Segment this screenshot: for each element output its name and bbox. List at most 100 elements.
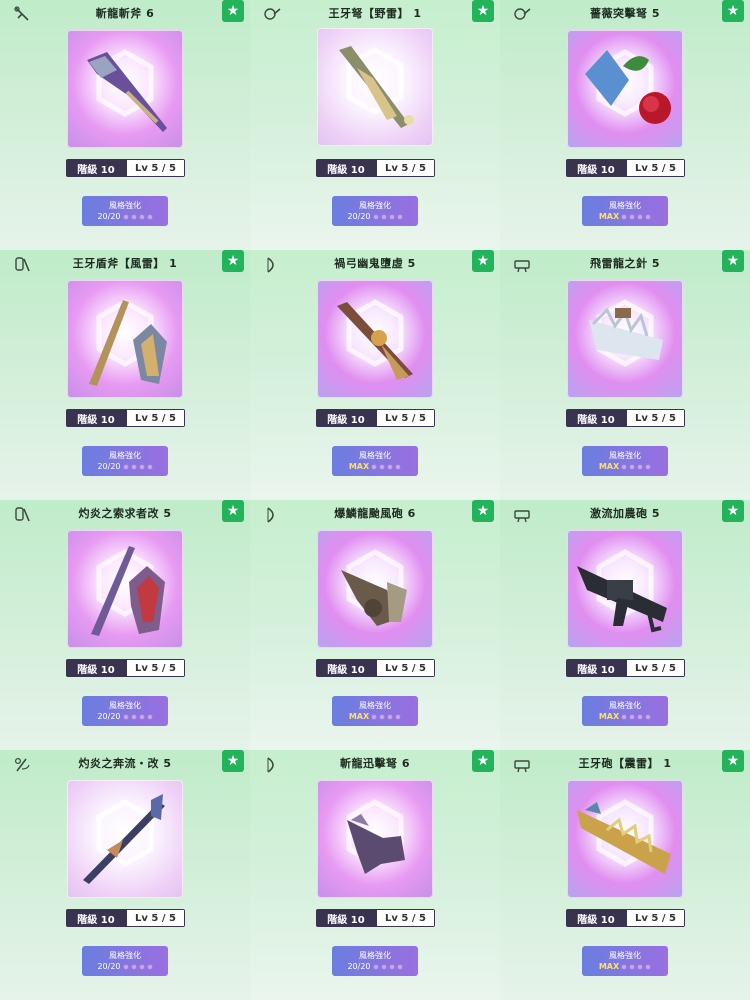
- style-enhance-button[interactable]: 風格強化 20/20: [82, 446, 168, 476]
- style-enhance-button[interactable]: 風格強化 MAX: [332, 446, 418, 476]
- level-label: Lv 5 / 5: [626, 409, 685, 427]
- weapon-name: 王牙盾斧【風雷】 1: [72, 257, 178, 270]
- style-count: 20/20: [97, 712, 121, 721]
- style-status: MAX: [332, 462, 418, 471]
- rank-bar: 階級 10 Lv 5 / 5: [316, 909, 435, 927]
- weapon-name: 王牙弩【野雷】 1: [328, 7, 422, 20]
- style-max: MAX: [598, 712, 620, 721]
- style-enhance-button[interactable]: 風格強化 20/20: [82, 946, 168, 976]
- style-status: 20/20: [332, 212, 418, 221]
- style-label: 風格強化: [109, 951, 141, 960]
- weapon-name: 禍弓幽鬼墮虛 5: [334, 257, 416, 270]
- style-status: 20/20: [82, 212, 168, 221]
- style-status: MAX: [582, 212, 668, 221]
- rank-label: 階級 10: [566, 159, 626, 177]
- style-label: 風格強化: [609, 951, 641, 960]
- style-label: 風格強化: [359, 201, 391, 210]
- weapon-card[interactable]: ★ 王牙弩【野雷】 1 階級 10 Lv 5 / 5 風格強化 20/20: [250, 0, 500, 250]
- style-enhance-button[interactable]: 風格強化 MAX: [582, 946, 668, 976]
- weapon-card[interactable]: ★ 王牙盾斧【風雷】 1 階級 10 Lv 5 / 5 風格強化 20/20: [0, 250, 250, 500]
- style-label: 風格強化: [359, 451, 391, 460]
- style-count: 20/20: [97, 212, 121, 221]
- weapon-name: 灼炎之索求者改 5: [78, 507, 172, 520]
- style-max: MAX: [598, 962, 620, 971]
- rank-bar: 階級 10 Lv 5 / 5: [566, 659, 685, 677]
- style-count: 20/20: [97, 462, 121, 471]
- rank-bar: 階級 10 Lv 5 / 5: [316, 409, 435, 427]
- weapon-image: [567, 780, 683, 898]
- style-status: 20/20: [82, 712, 168, 721]
- weapon-image: [567, 530, 683, 648]
- style-enhance-button[interactable]: 風格強化 MAX: [582, 446, 668, 476]
- rank-label: 階級 10: [66, 409, 126, 427]
- rank-bar: 階級 10 Lv 5 / 5: [316, 159, 435, 177]
- weapon-name: 飛雷龍之針 5: [590, 257, 660, 270]
- weapon-card[interactable]: ★ 禍弓幽鬼墮虛 5 階級 10 Lv 5 / 5 風格強化 MAX: [250, 250, 500, 500]
- style-enhance-button[interactable]: 風格強化 MAX: [582, 696, 668, 726]
- style-enhance-button[interactable]: 風格強化 20/20: [332, 946, 418, 976]
- level-label: Lv 5 / 5: [626, 159, 685, 177]
- style-label: 風格強化: [109, 451, 141, 460]
- level-label: Lv 5 / 5: [126, 909, 185, 927]
- rank-bar: 階級 10 Lv 5 / 5: [66, 909, 185, 927]
- weapon-name: 王牙砲【震雷】 1: [578, 757, 672, 770]
- style-status: MAX: [582, 462, 668, 471]
- style-status: MAX: [332, 712, 418, 721]
- style-status: 20/20: [82, 462, 168, 471]
- style-max: MAX: [348, 462, 370, 471]
- rank-bar: 階級 10 Lv 5 / 5: [566, 159, 685, 177]
- weapon-card[interactable]: ★ 飛雷龍之針 5 階級 10 Lv 5 / 5 風格強化 MAX: [500, 250, 750, 500]
- weapon-name: 薔薇突擊弩 5: [590, 7, 660, 20]
- weapon-image: [317, 28, 433, 146]
- style-enhance-button[interactable]: 風格強化 20/20: [82, 696, 168, 726]
- style-label: 風格強化: [609, 701, 641, 710]
- weapon-name: 激流加農砲 5: [590, 507, 660, 520]
- rank-label: 階級 10: [566, 659, 626, 677]
- level-label: Lv 5 / 5: [376, 409, 435, 427]
- rank-bar: 階級 10 Lv 5 / 5: [566, 909, 685, 927]
- level-label: Lv 5 / 5: [126, 409, 185, 427]
- style-label: 風格強化: [109, 201, 141, 210]
- style-enhance-button[interactable]: 風格強化 MAX: [332, 696, 418, 726]
- style-status: 20/20: [82, 962, 168, 971]
- weapon-grid: ★ 斬龍斬斧 6 階級 10 Lv 5 / 5 風格強化 20/20 ★ 王牙弩【野…: [0, 0, 750, 1000]
- weapon-name: 爆鱗龍颱風砲 6: [334, 507, 416, 520]
- level-label: Lv 5 / 5: [126, 659, 185, 677]
- weapon-image: [67, 30, 183, 148]
- style-count: 20/20: [97, 962, 121, 971]
- style-status: MAX: [582, 962, 668, 971]
- weapon-name: 斬龍迅擊弩 6: [340, 757, 410, 770]
- rank-label: 階級 10: [66, 909, 126, 927]
- style-count: 20/20: [347, 212, 371, 221]
- rank-label: 階級 10: [316, 659, 376, 677]
- style-label: 風格強化: [609, 201, 641, 210]
- weapon-image: [317, 780, 433, 898]
- style-label: 風格強化: [609, 451, 641, 460]
- style-enhance-button[interactable]: 風格強化 20/20: [82, 196, 168, 226]
- level-label: Lv 5 / 5: [626, 909, 685, 927]
- style-enhance-button[interactable]: 風格強化 20/20: [332, 196, 418, 226]
- weapon-card[interactable]: ★ 激流加農砲 5 階級 10 Lv 5 / 5 風格強化 MAX: [500, 500, 750, 750]
- style-enhance-button[interactable]: 風格強化 MAX: [582, 196, 668, 226]
- rank-bar: 階級 10 Lv 5 / 5: [66, 159, 185, 177]
- style-label: 風格強化: [109, 701, 141, 710]
- rank-label: 階級 10: [66, 659, 126, 677]
- weapon-card[interactable]: ★ 王牙砲【震雷】 1 階級 10 Lv 5 / 5 風格強化 MAX: [500, 750, 750, 1000]
- rank-label: 階級 10: [566, 409, 626, 427]
- weapon-card[interactable]: ★ 爆鱗龍颱風砲 6 階級 10 Lv 5 / 5 風格強化 MAX: [250, 500, 500, 750]
- rank-label: 階級 10: [316, 909, 376, 927]
- weapon-image: [317, 530, 433, 648]
- weapon-card[interactable]: ★ 斬龍迅擊弩 6 階級 10 Lv 5 / 5 風格強化 20/20: [250, 750, 500, 1000]
- weapon-card[interactable]: ★ 斬龍斬斧 6 階級 10 Lv 5 / 5 風格強化 20/20: [0, 0, 250, 250]
- rank-label: 階級 10: [66, 159, 126, 177]
- weapon-card[interactable]: ★ 薔薇突擊弩 5 階級 10 Lv 5 / 5 風格強化 MAX: [500, 0, 750, 250]
- style-label: 風格強化: [359, 701, 391, 710]
- weapon-card[interactable]: ★ 灼炎之索求者改 5 階級 10 Lv 5 / 5 風格強化 20/20: [0, 500, 250, 750]
- style-max: MAX: [598, 462, 620, 471]
- style-count: 20/20: [347, 962, 371, 971]
- rank-bar: 階級 10 Lv 5 / 5: [66, 659, 185, 677]
- weapon-name: 灼炎之奔流・改 5: [78, 757, 172, 770]
- weapon-card[interactable]: ★ 灼炎之奔流・改 5 階級 10 Lv 5 / 5 風格強化 20/20: [0, 750, 250, 1000]
- level-label: Lv 5 / 5: [626, 659, 685, 677]
- style-status: 20/20: [332, 962, 418, 971]
